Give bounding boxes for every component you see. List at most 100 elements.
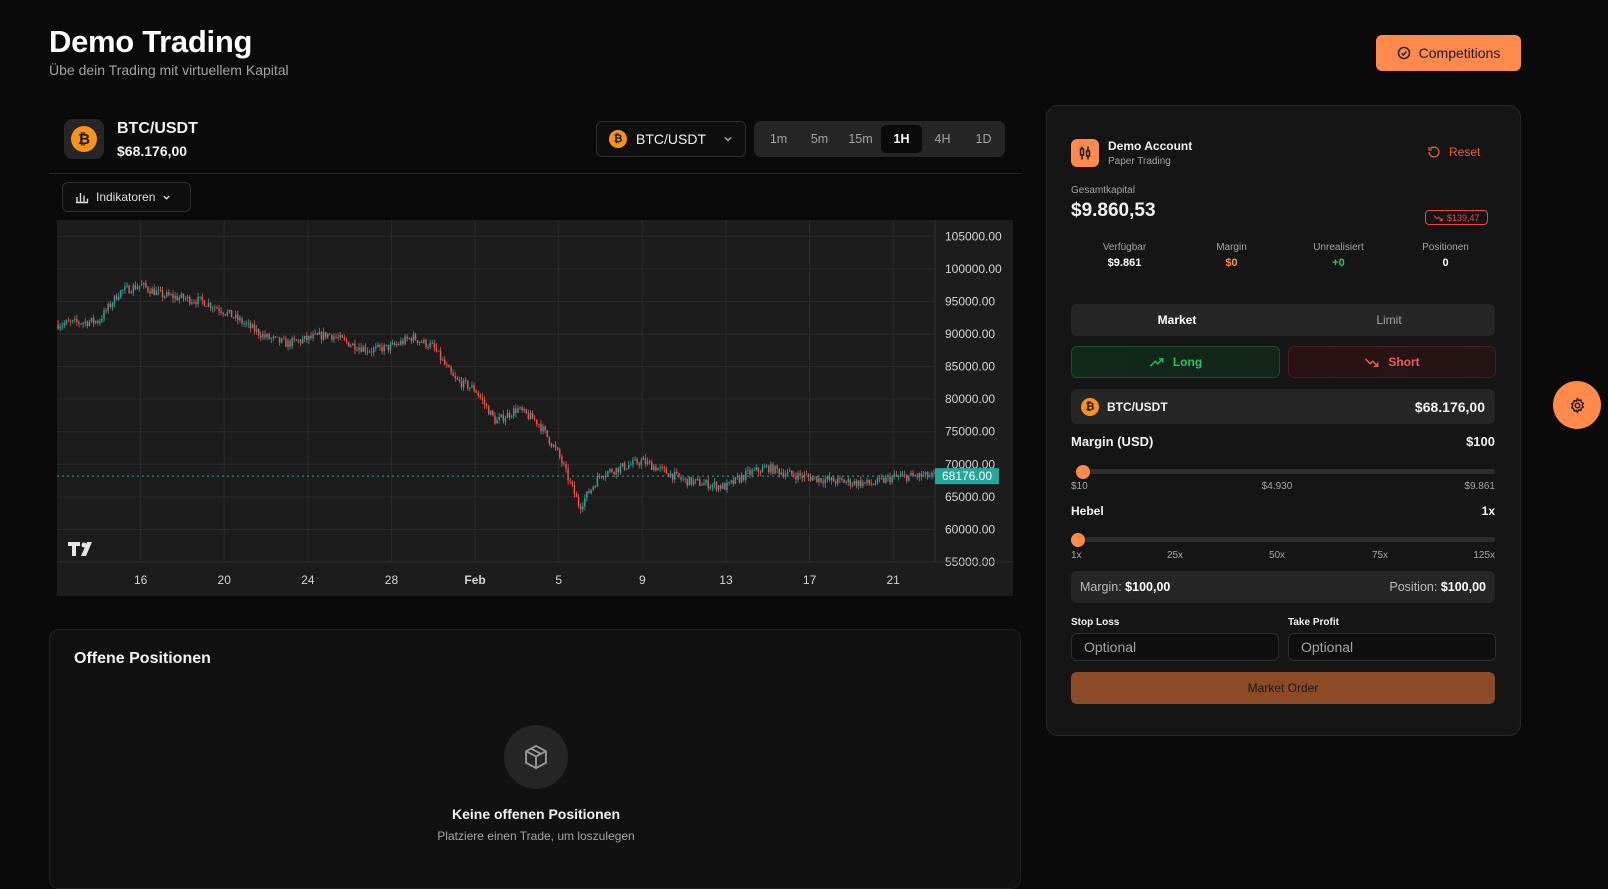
tab-timeframe-1h[interactable]: 1H: [881, 125, 922, 153]
candle: [283, 338, 285, 340]
pair-price: $68.176,00: [117, 143, 188, 159]
tab-market[interactable]: Market: [1071, 304, 1283, 336]
candle: [533, 418, 536, 420]
settings-button[interactable]: [1553, 381, 1601, 429]
candle: [615, 467, 617, 475]
candle: [523, 409, 525, 411]
candle: [791, 470, 793, 475]
candle: [605, 475, 607, 478]
candle: [594, 486, 597, 488]
candle: [362, 346, 364, 352]
candle: [496, 420, 498, 424]
x-tick-label: 9: [639, 573, 646, 587]
candle: [389, 344, 392, 351]
candle: [450, 367, 452, 373]
candle: [674, 471, 676, 480]
candle: [895, 474, 898, 477]
candle: [538, 423, 540, 425]
candle: [199, 296, 201, 298]
candle: [492, 410, 494, 416]
market-order-button[interactable]: Market Order: [1071, 672, 1495, 704]
reset-button[interactable]: Reset: [1427, 145, 1480, 159]
long-button[interactable]: Long: [1071, 346, 1280, 378]
candle: [711, 484, 714, 487]
candle: [71, 320, 74, 322]
tab-timeframe-5m[interactable]: 5m: [799, 125, 840, 153]
candle: [575, 494, 578, 498]
price-chart-canvas[interactable]: 105000.00 100000.00 95000.00 90000.00 85000.…: [57, 220, 1013, 596]
competitions-button[interactable]: Competitions: [1376, 35, 1521, 71]
candle: [510, 415, 513, 417]
candle: [607, 471, 609, 476]
chevron-down-icon: [724, 136, 732, 142]
tab-limit[interactable]: Limit: [1283, 304, 1495, 336]
candle: [120, 290, 122, 297]
candle: [682, 479, 684, 481]
tab-timeframe-1m[interactable]: 1m: [758, 125, 799, 153]
candle: [621, 463, 624, 467]
candle: [94, 321, 97, 323]
candle: [502, 414, 505, 422]
competitions-label: Competitions: [1418, 45, 1501, 61]
candle: [749, 469, 751, 475]
candle: [412, 334, 415, 342]
candle: [747, 469, 749, 471]
indicators-button[interactable]: Indikatoren: [62, 182, 191, 212]
candle: [97, 321, 99, 324]
tab-timeframe-4h[interactable]: 4H: [922, 125, 963, 153]
leverage-tick: 50x: [1268, 550, 1286, 561]
candle: [147, 286, 149, 292]
tab-timeframe-15m[interactable]: 15m: [840, 125, 881, 153]
candle: [634, 459, 636, 461]
candle: [847, 479, 849, 482]
candle: [345, 339, 348, 342]
margin-slider-track[interactable]: [1081, 469, 1495, 474]
stop-loss-input[interactable]: [1071, 633, 1279, 661]
candle: [418, 341, 421, 343]
candle: [763, 466, 766, 468]
price-chart[interactable]: 105000.00 100000.00 95000.00 90000.00 85000.…: [57, 220, 1013, 596]
candle: [406, 336, 408, 339]
candle: [103, 310, 105, 320]
candle: [811, 477, 814, 481]
candle: [487, 405, 490, 415]
selected-asset: ₿ BTC/USDT $68.176,00: [1071, 389, 1495, 424]
bitcoin-icon: ₿: [609, 130, 627, 148]
check-circle-icon: [1397, 46, 1410, 60]
candle: [285, 338, 287, 347]
pair-select[interactable]: ₿ BTC/USDT: [596, 121, 746, 157]
candle: [638, 463, 640, 466]
candle: [732, 480, 735, 484]
candle: [268, 334, 270, 339]
tab-timeframe-1d[interactable]: 1D: [963, 125, 1004, 153]
y-tick-label: 100000.00: [945, 262, 1002, 276]
leverage-slider-track[interactable]: [1071, 537, 1495, 542]
candle: [226, 311, 229, 315]
candle: [237, 314, 239, 321]
candle: [157, 289, 160, 291]
candle: [322, 331, 325, 340]
candle: [67, 320, 70, 322]
candle: [676, 471, 678, 474]
short-button[interactable]: Short: [1288, 346, 1496, 378]
candle: [423, 339, 425, 343]
candle: [416, 340, 419, 343]
candle: [352, 343, 354, 346]
candle: [126, 285, 128, 287]
candle: [772, 464, 774, 474]
candle: [395, 344, 398, 346]
margin-slider-thumb[interactable]: [1076, 465, 1090, 479]
take-profit-input[interactable]: [1288, 633, 1496, 661]
candle: [122, 289, 124, 291]
pair-coin-badge: ₿: [64, 119, 104, 159]
candle: [222, 312, 224, 315]
leverage-slider-thumb[interactable]: [1071, 533, 1085, 547]
candle: [429, 343, 431, 348]
candle: [272, 336, 275, 339]
candle: [232, 317, 235, 319]
candle: [326, 333, 329, 338]
candle: [692, 480, 695, 485]
x-tick-label: Feb: [464, 573, 485, 587]
candle: [715, 482, 718, 490]
candle: [130, 292, 132, 294]
